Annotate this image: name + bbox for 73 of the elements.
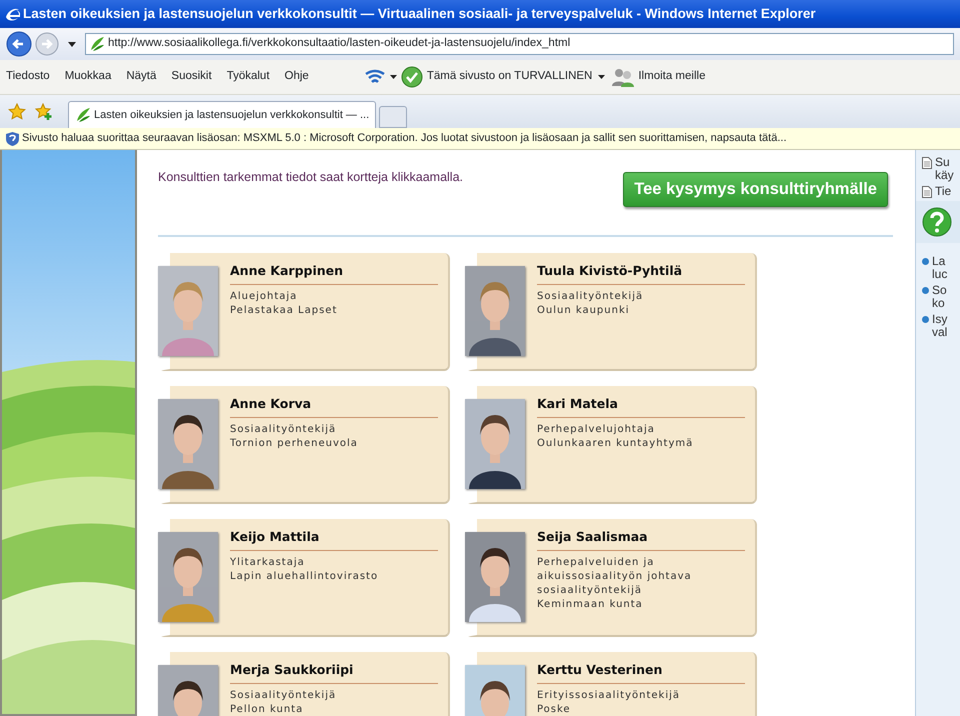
sidebar-link[interactable]: La: [932, 255, 948, 268]
sidebar-link[interactable]: käy: [935, 169, 954, 182]
dropdown-caret-icon[interactable]: [68, 42, 76, 46]
consultant-name: Kari Matela: [537, 394, 745, 418]
consultant-detail: Pellon kunta: [230, 702, 304, 716]
bullet-icon: [922, 316, 929, 323]
menu-item[interactable]: Suosikit: [171, 68, 212, 86]
consultant-name: Keijo Mattila: [230, 528, 438, 550]
browser-tab[interactable]: Lasten oikeuksien ja lastensuojelun verkkokonsultit — ...: [68, 101, 376, 128]
consultant-detail: Tornion perheneuvola: [230, 436, 359, 450]
check-icon: [400, 66, 423, 88]
menu-item[interactable]: Työkalut: [226, 68, 270, 86]
consultant-detail: Pelastakaa Lapset: [230, 304, 338, 318]
dropdown-caret-icon[interactable]: [390, 75, 397, 79]
consultant-detail: Aluejohtaja: [230, 290, 298, 304]
consultant-detail: Ylitarkastaja: [230, 556, 306, 570]
consultant-card[interactable]: Merja Saukkoriipi Sosiaalityöntekijä Pellon kunta: [158, 652, 450, 716]
consultant-name: Tuula Kivistö-Pyhtilä: [537, 262, 745, 284]
add-favorite-icon[interactable]: [35, 103, 53, 121]
sidebar-link[interactable]: luc: [932, 268, 948, 281]
consultant-detail: Poske: [537, 702, 572, 716]
people-icon: [611, 67, 636, 87]
menu-item[interactable]: Ohje: [284, 68, 309, 86]
consultant-card[interactable]: Kari Matela Perhepalvelujohtaja Oulunkaaren kuntayhtymä: [465, 386, 757, 504]
consultant-detail: Sosiaalityöntekijä: [230, 688, 338, 702]
menu-item[interactable]: Muokkaa: [64, 68, 112, 86]
consultant-detail: Perhepalveluiden ja: [537, 556, 656, 570]
consultant-detail: Keminmaan kunta: [537, 598, 644, 612]
address-field[interactable]: http://www.sosiaalikollega.fi/verkkokonsultaatio/lasten-oikeudet-ja-lastensuojelu/index_html: [85, 33, 954, 55]
favorites-star-icon[interactable]: [8, 103, 26, 121]
consultant-name: Merja Saukkoriipi: [230, 660, 438, 684]
sidebar-link[interactable]: Su: [935, 156, 954, 169]
consultant-card[interactable]: Tuula Kivistö-Pyhtilä Sosiaalityöntekijä Oulun kaupunki: [465, 252, 757, 371]
sidebar-link[interactable]: Isy: [932, 313, 948, 326]
consultant-card[interactable]: Anne Karppinen Aluejohtaja Pelastakaa Lapset: [158, 252, 450, 371]
menu-item[interactable]: Näytä: [126, 68, 156, 86]
consultant-detail: Oulunkaaren kuntayhtymä: [537, 436, 694, 450]
leaf-icon: [75, 107, 91, 123]
consultant-card[interactable]: Keijo Mattila Ylitarkastaja Lapin aluehallintovirasto: [158, 518, 450, 637]
consultant-card[interactable]: Kerttu Vesterinen Erityissosiaalityöntekijä Poske: [465, 652, 757, 716]
menu-item[interactable]: Tiedosto: [6, 68, 50, 86]
consultant-name: Anne Korva: [230, 394, 438, 418]
consultant-detail: sosiaalityöntekijä: [537, 584, 643, 598]
back-button[interactable]: [6, 31, 32, 57]
consultant-detail: Erityissosiaalityöntekijä: [537, 688, 682, 702]
ie-logo-icon: [4, 6, 20, 22]
consultant-detail: aikuissosiaalityön johtava: [537, 570, 693, 584]
safety-status[interactable]: Tämä sivusto on TURVALLINEN: [426, 68, 592, 86]
sidebar-link[interactable]: Tie: [935, 185, 952, 198]
consultant-detail: Sosiaalityöntekijä: [537, 290, 644, 304]
document-icon: [922, 186, 932, 198]
leaf-icon: [89, 36, 105, 52]
sidebar-link[interactable]: ko: [932, 297, 947, 310]
sidebar-link[interactable]: So: [932, 284, 947, 297]
consultant-detail: Perhepalvelujohtaja: [537, 422, 656, 436]
consultant-name: Anne Karppinen: [230, 262, 438, 284]
dropdown-caret-icon[interactable]: [598, 75, 606, 79]
bullet-icon: [922, 258, 929, 265]
sidebar-link[interactable]: val: [932, 326, 948, 339]
consultant-name: Kerttu Vesterinen: [537, 660, 745, 684]
report-link[interactable]: Ilmoita meille: [638, 68, 706, 86]
consultant-detail: Sosiaalityöntekijä: [230, 422, 338, 436]
intro-text: Konsulttien tarkemmat tiedot saat kortteja klikkaamalla.: [158, 169, 463, 186]
window-title: Lasten oikeuksien ja lastensuojelun verkkokonsultit — Virtuaalinen sosiaali- ja terveyspalveluk - Windows Internet Explorer: [23, 4, 816, 23]
help-icon[interactable]: [922, 207, 952, 237]
consultant-name: Seija Saalismaa: [537, 528, 745, 550]
shield-icon: [6, 132, 19, 146]
consultant-card[interactable]: Seija Saalismaa Perhepalveluiden ja aikuissosiaalityön johtava sosiaalityöntekijä Keminmaan kunta: [465, 518, 757, 637]
consultant-card[interactable]: Anne Korva Sosiaalityöntekijä Tornion perheneuvola: [158, 386, 450, 504]
consultant-detail: Lapin aluehallintovirasto: [230, 570, 380, 584]
bullet-icon: [922, 287, 929, 294]
consultant-detail: Oulun kaupunki: [537, 304, 631, 318]
document-icon: [922, 157, 932, 169]
